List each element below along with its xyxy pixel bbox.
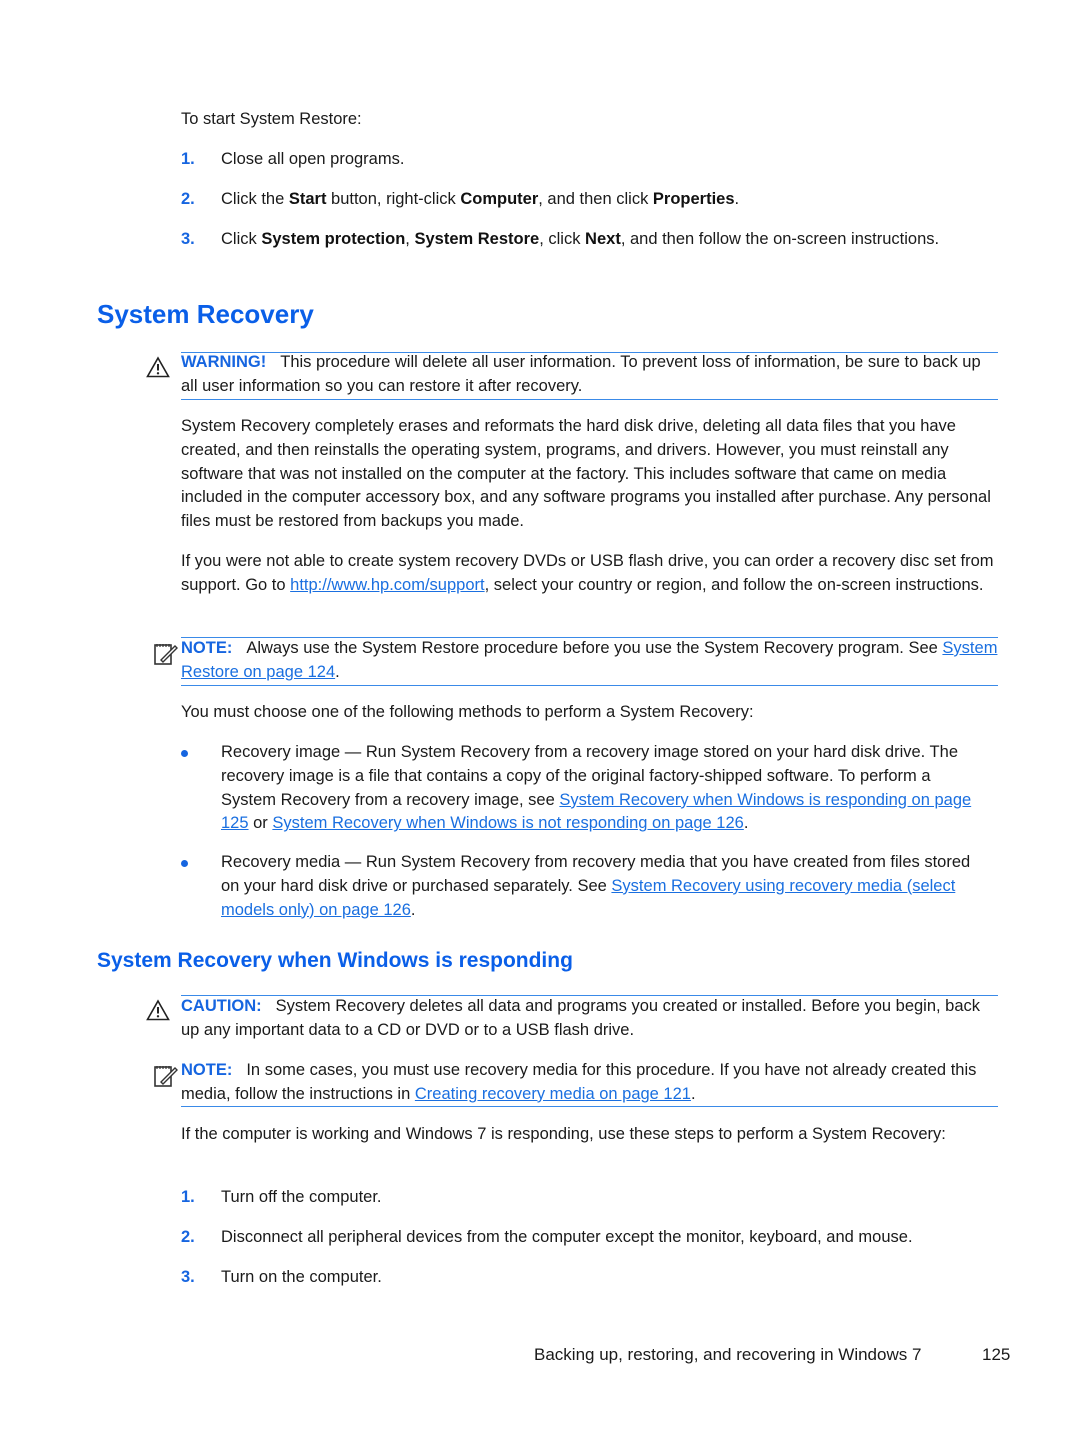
method-text: Recovery media — Run System Recovery fro… bbox=[221, 851, 981, 922]
ui-term: System Restore bbox=[414, 230, 540, 248]
warning-text: This procedure will delete all user info… bbox=[181, 353, 981, 395]
step-number: 2. bbox=[181, 190, 195, 208]
text-run: . bbox=[410, 900, 416, 919]
caution-text: System Recovery deletes all data and pro… bbox=[181, 997, 981, 1039]
heading-windows-responding: System Recovery when Windows is respondi… bbox=[97, 949, 573, 972]
step-number: 3. bbox=[181, 230, 195, 248]
note-box: NOTE: In some cases, you must use recover… bbox=[181, 1059, 998, 1107]
step-number: 1. bbox=[181, 1188, 195, 1206]
paragraph: If you were not able to create system re… bbox=[181, 550, 1001, 598]
warning-box: WARNING! This procedure will delete all u… bbox=[181, 351, 998, 399]
footer-chapter-title: Backing up, restoring, and recovering in… bbox=[534, 1345, 922, 1364]
text-run: , and then follow the on-screen instruct… bbox=[620, 230, 940, 248]
note-box: NOTE: Always use the System Restore proce… bbox=[181, 637, 998, 685]
note-label: NOTE: bbox=[181, 639, 233, 657]
ui-term: Computer bbox=[460, 190, 539, 208]
ui-term: Start bbox=[288, 190, 327, 208]
paragraph: If the computer is working and Windows 7… bbox=[181, 1125, 946, 1143]
caution-triangle-icon bbox=[146, 999, 170, 1026]
caution-box: CAUTION: System Recovery deletes all data… bbox=[181, 995, 998, 1043]
restore-intro: To start System Restore: bbox=[181, 110, 362, 128]
ui-term: Next bbox=[585, 230, 621, 248]
text-run: , click bbox=[539, 230, 586, 248]
text-run: Click bbox=[221, 230, 262, 248]
creating-recovery-media-link[interactable]: Creating recovery media on page 121 bbox=[415, 1085, 691, 1103]
warning-label: WARNING! bbox=[181, 353, 267, 371]
step-number: 1. bbox=[181, 150, 195, 168]
bullet-icon bbox=[181, 860, 188, 867]
paragraph: System Recovery completely erases and re… bbox=[181, 417, 991, 531]
note-pencil-icon bbox=[153, 1063, 179, 1094]
text-run: button, right-click bbox=[326, 190, 461, 208]
method-text: Recovery image — Run System Recovery fro… bbox=[221, 741, 981, 836]
bullet-icon bbox=[181, 750, 188, 757]
note-label: NOTE: bbox=[181, 1061, 233, 1079]
text-run: or bbox=[248, 814, 273, 833]
step-number: 2. bbox=[181, 1228, 195, 1246]
step-text: Disconnect all peripheral devices from t… bbox=[221, 1228, 913, 1246]
step-text: Turn on the computer. bbox=[221, 1268, 382, 1286]
note-text: Always use the System Restore procedure … bbox=[246, 639, 943, 657]
note-text: . bbox=[335, 662, 340, 681]
caution-label: CAUTION: bbox=[181, 997, 262, 1015]
text-run: . bbox=[734, 190, 740, 208]
note-pencil-icon bbox=[153, 641, 179, 672]
footer-page-number: 125 bbox=[982, 1345, 1011, 1364]
cross-reference-link[interactable]: System Recovery when Windows is not resp… bbox=[272, 814, 743, 832]
step-text: Close all open programs. bbox=[221, 148, 981, 172]
admonition-rule bbox=[181, 685, 998, 686]
step-number: 3. bbox=[181, 1268, 195, 1286]
ui-term: Properties bbox=[652, 190, 735, 208]
step-text: Turn off the computer. bbox=[221, 1188, 382, 1206]
text-run: Click the bbox=[221, 190, 289, 208]
admonition-rule bbox=[181, 1106, 998, 1107]
methods-intro: You must choose one of the following met… bbox=[181, 703, 754, 721]
step-text: Click the Start button, right-click Comp… bbox=[221, 188, 981, 212]
hp-support-link[interactable]: http://www.hp.com/support bbox=[290, 576, 484, 594]
step-text: Click System protection, System Restore,… bbox=[221, 228, 981, 252]
warning-triangle-icon bbox=[146, 356, 170, 383]
text-run: , and then click bbox=[538, 190, 653, 208]
paragraph-text: , select your country or region, and fol… bbox=[484, 575, 984, 594]
note-text: . bbox=[690, 1084, 696, 1103]
ui-term: System protection bbox=[261, 230, 406, 248]
document-page: To start System Restore: 1. Close all op… bbox=[0, 0, 1080, 1437]
text-run: Close all open programs. bbox=[221, 150, 405, 168]
heading-system-recovery: System Recovery bbox=[97, 299, 314, 329]
text-run: . bbox=[743, 814, 749, 833]
admonition-rule bbox=[181, 399, 998, 400]
